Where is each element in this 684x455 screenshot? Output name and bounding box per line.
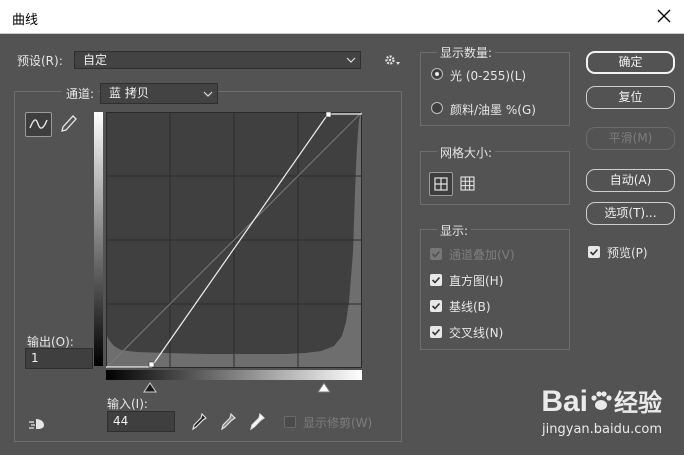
black-eyedropper-icon[interactable] xyxy=(190,412,208,432)
input-label: 输入(I): xyxy=(107,397,148,411)
channel-value: 蓝 拷贝 xyxy=(109,86,149,100)
preview-label: 预览(P) xyxy=(607,246,648,260)
smooth-button[interactable]: 平滑(M) xyxy=(586,127,675,150)
histogram-checkbox[interactable] xyxy=(430,274,442,286)
preset-value: 自定 xyxy=(83,53,108,67)
gear-icon[interactable] xyxy=(384,53,400,67)
check-icon xyxy=(589,248,599,256)
check-icon xyxy=(431,276,441,284)
targeted-adjustment-icon[interactable] xyxy=(28,416,48,432)
chevron-down-icon xyxy=(346,57,356,63)
input-gradient-bar xyxy=(106,370,362,380)
channel-select[interactable]: 蓝 拷贝 xyxy=(100,83,218,104)
intersection-line-label: 交叉线(N) xyxy=(449,326,504,340)
output-gradient-bar xyxy=(94,112,103,366)
ok-button[interactable]: 确定 xyxy=(586,51,675,74)
options-button[interactable]: 选项(T)... xyxy=(586,202,675,225)
grid-10x10-icon[interactable] xyxy=(459,175,477,193)
reset-button[interactable]: 复位 xyxy=(586,86,675,109)
intersection-line-checkbox[interactable] xyxy=(430,326,442,338)
title-bar: 曲线 xyxy=(0,0,684,34)
grid-4x4-button[interactable] xyxy=(429,172,453,196)
preset-select[interactable]: 自定 xyxy=(74,51,361,69)
baseline-label: 基线(B) xyxy=(449,300,491,314)
show-clipping-label: 显示修剪(W) xyxy=(303,416,373,430)
watermark-url: jingyan.baidu.com xyxy=(542,422,662,437)
grid-4x4-icon xyxy=(434,177,448,191)
gray-eyedropper-icon[interactable] xyxy=(219,412,237,432)
check-icon xyxy=(431,250,441,258)
white-point-slider[interactable] xyxy=(317,382,331,394)
chevron-down-icon xyxy=(203,91,213,97)
curve-tool-button[interactable] xyxy=(25,112,52,137)
curve-point xyxy=(148,361,155,368)
watermark-brand2: 经验 xyxy=(614,390,662,417)
auto-button[interactable]: 自动(A) xyxy=(586,169,675,192)
check-icon xyxy=(431,328,441,336)
channel-label: 通道: xyxy=(62,85,99,102)
channel-overlay-label: 通道叠加(V) xyxy=(449,248,515,262)
curve-graph[interactable] xyxy=(106,112,362,368)
close-icon[interactable] xyxy=(654,6,674,26)
baidu-watermark: Bai 经验 jingyan.baidu.com xyxy=(541,385,662,438)
baseline-checkbox[interactable] xyxy=(430,300,442,312)
display-title: 显示: xyxy=(437,222,472,239)
white-eyedropper-icon[interactable] xyxy=(248,412,266,432)
pencil-icon[interactable] xyxy=(59,113,79,135)
black-point-slider[interactable] xyxy=(143,382,157,394)
grid-size-title: 网格大小: xyxy=(437,144,496,161)
show-amount-title: 显示数量: xyxy=(437,44,496,61)
output-field[interactable]: 1 xyxy=(25,348,93,369)
show-clipping-checkbox[interactable] xyxy=(284,416,296,428)
pigment-radio[interactable] xyxy=(431,102,443,114)
window-title: 曲线 xyxy=(12,13,39,28)
light-radio-label: 光 (0-255)(L) xyxy=(450,69,527,83)
preview-checkbox[interactable] xyxy=(588,246,600,258)
paw-icon xyxy=(591,391,612,410)
channel-overlay-checkbox[interactable] xyxy=(430,248,442,260)
histogram-label: 直方图(H) xyxy=(449,274,504,288)
pigment-radio-label: 颜料/油墨 %(G) xyxy=(450,103,536,117)
curve-tool-icon xyxy=(29,119,48,129)
preset-label: 预设(R): xyxy=(17,54,63,68)
check-icon xyxy=(431,302,441,310)
watermark-brand: Bai xyxy=(541,385,588,418)
curve-point xyxy=(325,112,332,118)
input-field[interactable]: 44 xyxy=(107,411,175,432)
light-radio[interactable] xyxy=(431,68,443,80)
